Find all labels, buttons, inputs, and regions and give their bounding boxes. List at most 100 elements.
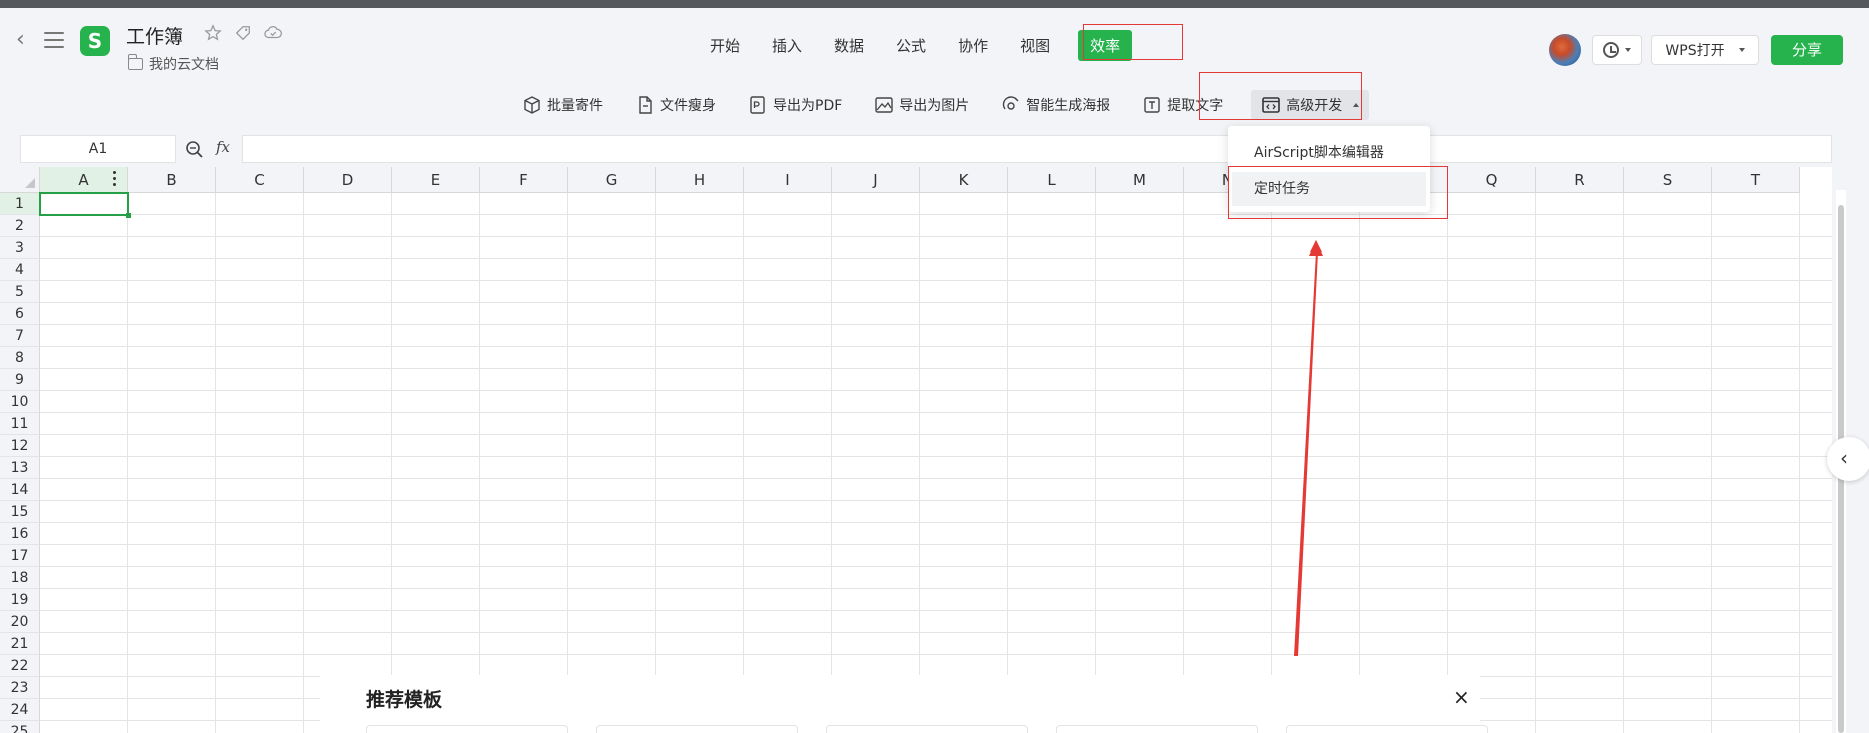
column-header[interactable]: K [920,167,1008,193]
row-header[interactable]: 15 [0,501,40,523]
efficiency-toolbar: 批量寄件 文件瘦身 导出为PDF 导出为图片 智能生成海报 提取文字 高级开发 [0,76,1869,134]
row-header[interactable]: 24 [0,699,40,721]
row-header[interactable]: 22 [0,655,40,677]
menu-item-scheduled-task[interactable]: 定时任务 [1232,172,1426,206]
row-header[interactable]: 10 [0,391,40,413]
select-all-corner[interactable] [0,167,40,193]
document-location[interactable]: 我的云文档 [127,54,219,74]
star-icon[interactable] [204,24,222,42]
zoom-icon[interactable] [184,139,206,161]
tool-label: 文件瘦身 [660,98,716,114]
row-header[interactable]: 18 [0,567,40,589]
more-vertical-icon[interactable] [113,171,117,189]
batch-mail-button[interactable]: 批量寄件 [518,90,607,120]
tab-efficiency[interactable]: 效率 [1078,30,1133,61]
row-header[interactable]: 14 [0,479,40,501]
row-header[interactable]: 1 [0,193,40,215]
column-header[interactable]: I [744,167,832,193]
chevron-left-icon: ‹ [1840,446,1848,470]
tab-start[interactable]: 开始 [700,30,750,61]
column-header[interactable]: R [1536,167,1624,193]
avatar[interactable] [1549,34,1581,66]
clock-icon [1603,42,1619,58]
row-header[interactable]: 25 [0,721,40,733]
cloud-saved-icon[interactable] [264,24,282,42]
column-header[interactable]: L [1008,167,1096,193]
export-pdf-button[interactable]: 导出为PDF [744,90,846,120]
row-header[interactable]: 5 [0,281,40,303]
row-header[interactable]: 3 [0,237,40,259]
column-header[interactable]: F [480,167,568,193]
main-tabs: 开始 插入 数据 公式 协作 视图 效率 [700,30,1144,61]
column-header[interactable]: G [568,167,656,193]
extract-text-button[interactable]: 提取文字 [1138,90,1227,120]
row-header[interactable]: 16 [0,523,40,545]
column-header[interactable]: H [656,167,744,193]
row-header[interactable]: 19 [0,589,40,611]
column-header[interactable]: D [304,167,392,193]
close-icon[interactable]: × [1453,685,1470,709]
row-header[interactable]: 23 [0,677,40,699]
column-header[interactable]: T [1712,167,1800,193]
tool-label: 智能生成海报 [1026,98,1111,114]
row-header[interactable]: 12 [0,435,40,457]
active-cell-a1[interactable] [39,192,131,218]
column-header[interactable]: B [128,167,216,193]
column-header[interactable]: A [40,167,128,193]
row-header[interactable]: 8 [0,347,40,369]
tag-icon[interactable] [234,24,252,42]
template-card[interactable] [1056,725,1258,733]
smart-poster-button[interactable]: 智能生成海报 [997,90,1114,120]
file-slim-icon [639,96,652,114]
cell-area[interactable] [40,193,1832,733]
row-header[interactable]: 9 [0,369,40,391]
spreadsheet-grid[interactable]: ABCDEFGHIJKLMNOPQRST 1234567891011121314… [0,167,1832,733]
row-header[interactable]: 20 [0,611,40,633]
template-card[interactable] [596,725,798,733]
row-header[interactable]: 7 [0,325,40,347]
template-card[interactable] [826,725,1028,733]
row-header[interactable]: 13 [0,457,40,479]
title-actions [204,24,282,42]
column-header[interactable]: J [832,167,920,193]
fx-icon[interactable]: fx [216,138,230,156]
package-icon [524,96,540,114]
document-title[interactable]: 工作簿 [126,22,183,49]
tab-view[interactable]: 视图 [1010,30,1060,61]
column-header[interactable]: M [1096,167,1184,193]
menu-icon[interactable] [44,32,64,48]
tab-formula[interactable]: 公式 [886,30,936,61]
export-image-button[interactable]: 导出为图片 [870,90,973,120]
folder-icon [127,54,143,70]
tool-label: 批量寄件 [547,98,603,114]
row-header[interactable]: 11 [0,413,40,435]
column-header[interactable]: E [392,167,480,193]
back-icon[interactable]: ‹ [16,29,36,51]
row-header[interactable]: 17 [0,545,40,567]
tab-collaborate[interactable]: 协作 [948,30,998,61]
row-header[interactable]: 4 [0,259,40,281]
wps-open-button[interactable]: WPS打开 [1651,35,1759,65]
column-header[interactable]: S [1624,167,1712,193]
menu-item-airscript-editor[interactable]: AirScript脚本编辑器 [1228,136,1430,170]
column-header[interactable]: C [216,167,304,193]
tool-label: 导出为PDF [773,98,843,114]
history-button[interactable] [1592,35,1642,65]
tool-label: 高级开发 [1286,98,1343,114]
share-button[interactable]: 分享 [1771,35,1843,65]
tool-label: 导出为图片 [899,98,970,114]
template-card[interactable] [366,725,568,733]
tab-data[interactable]: 数据 [824,30,874,61]
row-header[interactable]: 21 [0,633,40,655]
name-box[interactable]: A1 [20,135,176,163]
file-slim-button[interactable]: 文件瘦身 [631,90,720,120]
advanced-dev-button[interactable]: 高级开发 [1251,90,1370,120]
template-card[interactable] [1286,725,1488,733]
side-panel-toggle[interactable]: ‹ [1827,437,1869,481]
tab-insert[interactable]: 插入 [762,30,812,61]
formula-input[interactable] [242,135,1832,163]
row-header[interactable]: 6 [0,303,40,325]
row-header[interactable]: 2 [0,215,40,237]
column-header[interactable]: Q [1448,167,1536,193]
app-header: ‹ S 工作簿 我的云文档 开始 插入 数据 公式 协作 视图 效率 WPS打开… [0,8,1869,76]
